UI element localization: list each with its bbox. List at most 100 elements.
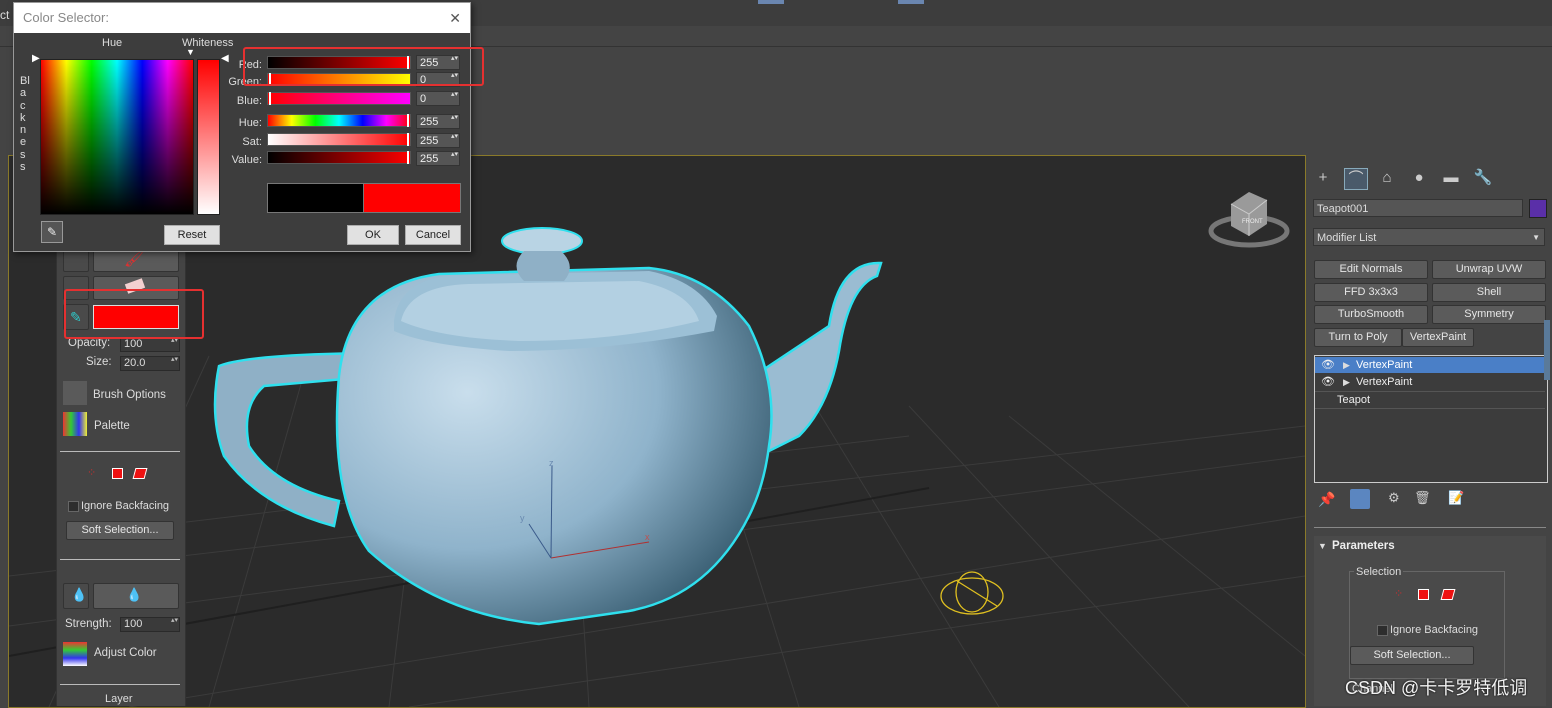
panel-scrollbar[interactable] xyxy=(1544,320,1550,380)
palette-icon[interactable] xyxy=(63,412,87,436)
ignore-backfacing-label: Ignore Backfacing xyxy=(81,500,170,512)
strength-label: Strength: xyxy=(65,618,112,630)
blur-drop-icon[interactable]: 💧 xyxy=(63,583,89,609)
eye-icon[interactable]: 👁 xyxy=(1321,357,1335,373)
value-spinner[interactable]: 255 xyxy=(416,151,460,166)
size-spinner[interactable]: 20.0 xyxy=(120,356,180,371)
hue-blackness-picker[interactable] xyxy=(40,59,194,215)
highlight-box-paint-color xyxy=(64,289,204,339)
create-tab-icon[interactable]: + xyxy=(1312,168,1334,188)
value-slider[interactable] xyxy=(267,151,411,164)
modifier-stack[interactable]: 👁 ▶ VertexPaint 👁 ▶ VertexPaint Teapot xyxy=(1314,355,1548,483)
expand-arrow-icon[interactable]: ▶ xyxy=(1343,357,1350,373)
toolbar-button[interactable] xyxy=(898,0,924,4)
value-label: Value: xyxy=(231,154,262,166)
blur-brush-button[interactable]: 💧 xyxy=(93,583,179,609)
expand-arrow-icon[interactable]: ▶ xyxy=(1343,374,1350,390)
stack-item-teapot[interactable]: Teapot xyxy=(1315,391,1545,409)
highlight-box-rgb xyxy=(243,47,484,86)
motion-tab-icon[interactable]: ● xyxy=(1408,168,1430,188)
hue-spinner[interactable]: 255 xyxy=(416,114,460,129)
adjust-color-label[interactable]: Adjust Color xyxy=(94,647,157,659)
object-color-swatch[interactable] xyxy=(1529,199,1547,218)
old-color-swatch xyxy=(267,183,365,213)
stack-item-label: Teapot xyxy=(1337,394,1371,406)
modify-tab-icon[interactable]: ⌒ xyxy=(1344,168,1368,190)
opacity-spinner[interactable]: 100 xyxy=(120,337,180,352)
teapot-object xyxy=(213,227,883,626)
modifier-button-shell[interactable]: Shell xyxy=(1432,283,1546,302)
chevron-down-icon: ▼ xyxy=(1532,233,1540,242)
soft-selection-button[interactable]: Soft Selection... xyxy=(1350,646,1474,665)
show-end-result-icon[interactable] xyxy=(1350,489,1370,509)
ignore-backfacing-label: Ignore Backfacing xyxy=(1390,624,1479,636)
selection-group-label: Selection xyxy=(1354,566,1404,578)
cancel-button[interactable]: Cancel xyxy=(405,225,461,245)
soft-selection-button[interactable]: Soft Selection... xyxy=(66,521,174,540)
modifier-button-unwrap-uvw[interactable]: Unwrap UVW xyxy=(1432,260,1546,279)
modifier-button-ffd[interactable]: FFD 3x3x3 xyxy=(1314,283,1428,302)
modifier-button-symmetry[interactable]: Symmetry xyxy=(1432,305,1546,324)
color-selector-dialog: Color Selector: ✕ Hue Whiteness Blacknes… xyxy=(13,2,471,252)
layer-label: Layer xyxy=(105,693,133,705)
modifier-button-turn-to-poly[interactable]: Turn to Poly xyxy=(1314,328,1402,347)
close-icon[interactable]: ✕ xyxy=(449,3,461,33)
pin-stack-icon[interactable]: 📌 xyxy=(1318,491,1335,508)
ignore-backfacing-checkbox[interactable] xyxy=(68,501,79,512)
collapse-arrow-icon[interactable]: ▼ xyxy=(1318,541,1327,551)
stack-item-label: VertexPaint xyxy=(1356,376,1413,388)
paintbrush-icon: 🖌 xyxy=(124,251,145,268)
blue-slider[interactable] xyxy=(267,92,411,105)
ignore-backfacing-checkbox[interactable] xyxy=(1377,625,1388,636)
element-select-icon[interactable] xyxy=(132,468,148,479)
polygon-select-icon[interactable] xyxy=(112,468,123,479)
brush-options-icon[interactable] xyxy=(63,381,87,405)
eyedropper-icon[interactable]: ✎ xyxy=(41,221,63,243)
dialog-title: Color Selector: xyxy=(23,10,109,25)
configure-sets-icon[interactable]: 📝 xyxy=(1448,490,1464,506)
blackness-label: Blackness xyxy=(20,75,30,174)
strength-spinner[interactable]: 100 xyxy=(120,617,180,632)
hue-label: Hue xyxy=(102,37,123,49)
light-helper-icon xyxy=(940,571,1004,615)
modifier-list-label: Modifier List xyxy=(1317,232,1377,244)
divider xyxy=(60,559,180,560)
vertex-select-icon[interactable]: ⁘ xyxy=(87,466,96,479)
polygon-select-icon[interactable] xyxy=(1418,589,1429,600)
brush-options-label[interactable]: Brush Options xyxy=(93,389,166,401)
size-label: Size: xyxy=(86,356,112,368)
sat-spinner[interactable]: 255 xyxy=(416,133,460,148)
ok-button[interactable]: OK xyxy=(347,225,399,245)
object-name-field[interactable]: Teapot001 xyxy=(1313,199,1523,217)
selection-group: Selection ⁘ Ignore Backfacing Soft Selec… xyxy=(1349,566,1505,679)
reset-button[interactable]: Reset xyxy=(164,225,220,245)
adjust-color-icon[interactable] xyxy=(63,642,87,666)
modifier-button-vertexpaint[interactable]: VertexPaint xyxy=(1402,328,1474,347)
modifier-button-edit-normals[interactable]: Edit Normals xyxy=(1314,260,1428,279)
eye-icon[interactable]: 👁 xyxy=(1321,374,1335,390)
toolbar-button[interactable] xyxy=(758,0,784,4)
stack-item-vertexpaint[interactable]: 👁 ▶ VertexPaint xyxy=(1315,374,1545,390)
utilities-tab-icon[interactable]: 🔧 xyxy=(1472,168,1494,188)
hierarchy-tab-icon[interactable]: ⌂ xyxy=(1376,168,1398,188)
menu-partial-label[interactable]: ct xyxy=(0,8,9,22)
divider xyxy=(1314,527,1546,528)
viewcube-icon: FRONT xyxy=(1208,192,1290,248)
make-unique-icon[interactable]: ⚙ xyxy=(1388,490,1400,506)
dialog-titlebar[interactable]: Color Selector: ✕ xyxy=(14,3,470,33)
modifier-button-turbosmooth[interactable]: TurboSmooth xyxy=(1314,305,1428,324)
stack-item-vertexpaint[interactable]: 👁 ▶ VertexPaint xyxy=(1315,357,1545,373)
parameters-title[interactable]: Parameters xyxy=(1332,540,1395,552)
display-tab-icon[interactable]: ▬ xyxy=(1440,168,1462,188)
sat-slider[interactable] xyxy=(267,133,411,146)
blue-spinner[interactable]: 0 xyxy=(416,91,460,106)
element-select-icon[interactable] xyxy=(1440,589,1456,600)
vertex-select-icon[interactable]: ⁘ xyxy=(1394,587,1403,600)
remove-modifier-icon[interactable]: 🗑 xyxy=(1414,490,1431,506)
modifier-list-dropdown[interactable]: Modifier List ▼ xyxy=(1313,228,1545,246)
palette-label[interactable]: Palette xyxy=(94,420,130,432)
blackness-pointer-icon[interactable]: ▶ xyxy=(32,53,40,64)
blur-brush-icon: 💧 xyxy=(126,587,143,602)
hue-slider[interactable] xyxy=(267,114,411,127)
whiteness-pointer-icon[interactable]: ▼ xyxy=(186,47,195,57)
